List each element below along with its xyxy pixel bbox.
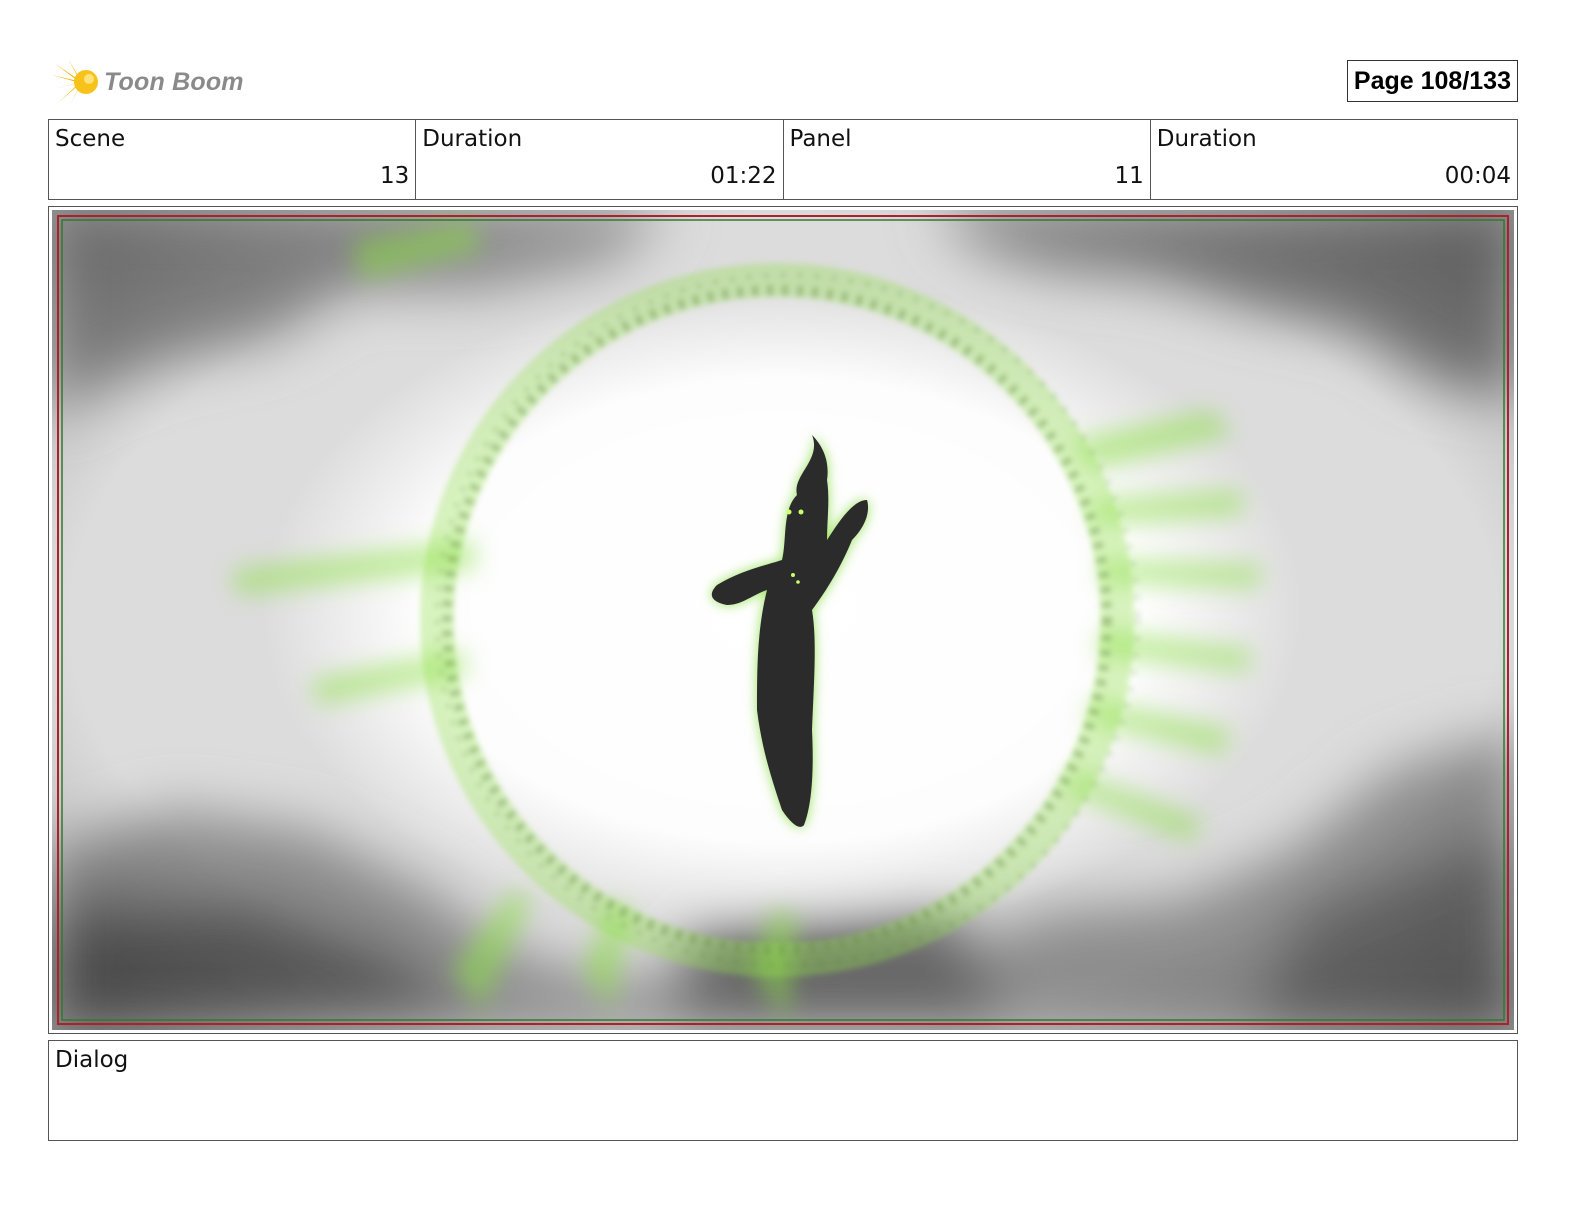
scene-cell: Scene 13 [49,120,417,199]
page-indicator: Page 108/133 [1346,60,1518,102]
scene-duration-cell: Duration 01:22 [416,120,784,199]
panel-duration-value: 00:04 [1444,163,1511,189]
scene-duration-label: Duration [422,126,523,152]
brand-name: Toon Boom [104,67,244,96]
panel-value: 11 [1114,163,1144,189]
toon-boom-logo: Toon Boom [52,56,244,108]
panel-info-table: Scene 13 Duration 01:22 Panel 11 Duratio… [48,119,1518,200]
scene-label: Scene [55,126,126,152]
panel-illustration [52,210,1514,1030]
scene-duration-value: 01:22 [710,163,777,189]
panel-label: Panel [789,126,852,152]
starburst-icon [52,59,98,105]
panel-duration-cell: Duration 00:04 [1151,120,1517,199]
storyboard-panel [48,206,1518,1034]
dialog-label: Dialog [55,1047,129,1073]
panel-duration-label: Duration [1156,126,1257,152]
dialog-box: Dialog [48,1040,1518,1141]
panel-cell: Panel 11 [784,120,1151,199]
scene-value: 13 [379,163,410,189]
